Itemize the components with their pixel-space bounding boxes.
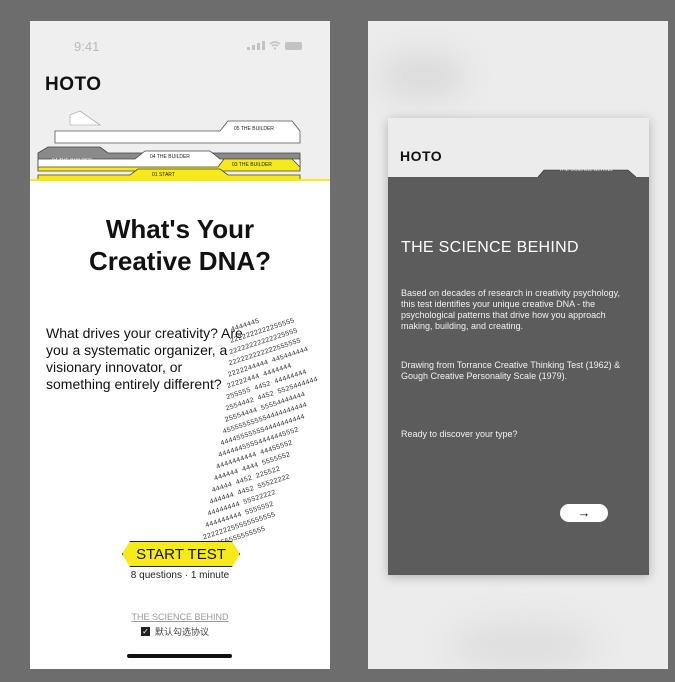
card-tab-label: THE SCIENCE BEHIND [559, 167, 613, 173]
card-title: THE SCIENCE BEHIND [401, 239, 579, 256]
tab-label-03: 03 THE BUILDER [232, 162, 272, 168]
tab-label-04b: 04 THE BUILDER [150, 154, 190, 160]
home-screen: 9:41 HOTO 05 THE BUILDER 04 THE BUILDER … [30, 21, 330, 669]
headline-line-1: What's Your [105, 214, 255, 244]
stage: 9:41 HOTO 05 THE BUILDER 04 THE BUILDER … [0, 0, 675, 682]
science-screen: HOTO THE SCIENCE BEHIND THE SCIENCE BEHI… [368, 21, 668, 669]
home-indicator [127, 654, 232, 658]
card-paragraph-3: Ready to discover your type? [401, 429, 518, 439]
status-icons [247, 41, 302, 50]
tab-label-01: 01 START [152, 172, 175, 178]
status-time: 9:41 [74, 39, 100, 54]
background-blur [448, 621, 598, 669]
signal-icon [247, 41, 265, 50]
agreement-text: 默认勾选协议 [155, 627, 210, 637]
card-paragraph-1: Based on decades of research in creativi… [401, 288, 620, 331]
headline-line-2: Creative DNA? [88, 246, 272, 276]
headline: What's Your Creative DNA? [30, 213, 330, 277]
science-behind-link[interactable]: THE SCIENCE BEHIND [30, 612, 330, 622]
battery-icon [285, 42, 302, 50]
tab-label-04a: 04 THE BUILDER [52, 158, 92, 164]
tab-label-05: 05 THE BUILDER [234, 126, 274, 132]
dna-number-art: 4444445222222222225555522222222222225555… [198, 317, 319, 557]
folder-tabs: 05 THE BUILDER 04 THE BUILDER 04 THE BUI… [30, 110, 330, 181]
start-subtext: 8 questions · 1 minute [130, 570, 230, 581]
start-test-button[interactable]: START TEST [122, 541, 240, 567]
card-paragraph-2: Drawing from Torrance Creative Thinking … [401, 360, 621, 381]
science-card: HOTO THE SCIENCE BEHIND THE SCIENCE BEHI… [388, 118, 649, 575]
wifi-icon [269, 41, 281, 50]
next-arrow-button[interactable]: → [560, 504, 608, 522]
background-blur [378, 51, 468, 101]
brand-logo: HOTO [45, 74, 102, 95]
agreement-checkbox[interactable]: ✓ [141, 627, 150, 636]
agreement-row[interactable]: ✓ 默认勾选协议 [141, 625, 209, 638]
